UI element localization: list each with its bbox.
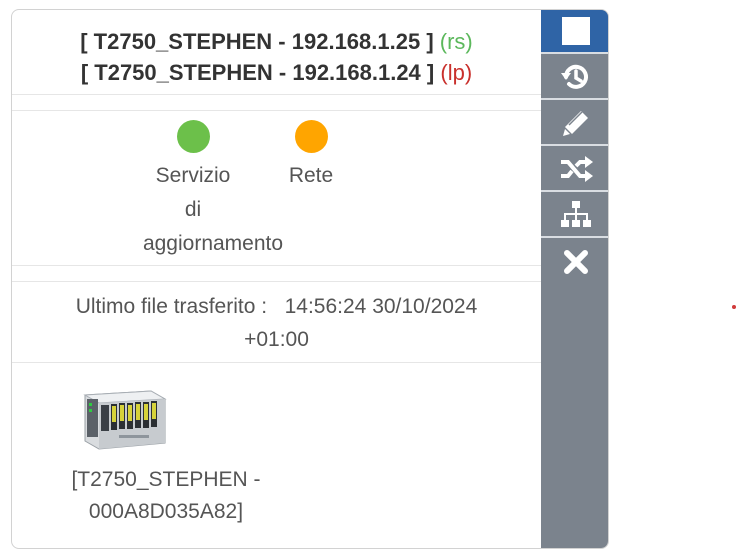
network-topology-button[interactable]	[541, 194, 608, 238]
history-button[interactable]	[541, 56, 608, 100]
controller-device-image[interactable]	[79, 385, 169, 453]
status-label-line: Servizio	[155, 164, 231, 187]
sitemap-icon	[560, 200, 592, 230]
pencil-icon	[561, 108, 591, 138]
last-transfer-line: Ultimo file trasferito : 14:56:24 30/10/…	[12, 290, 541, 323]
divider	[12, 265, 541, 266]
edit-button[interactable]	[541, 102, 608, 146]
stop-button[interactable]	[541, 10, 608, 54]
card-header: [ T2750_STEPHEN - 192.168.1.25 ] (rs) [ …	[12, 10, 541, 94]
status-label-line: Rete	[288, 164, 334, 187]
status-label-line: di	[184, 198, 202, 221]
host-label-rs: [ T2750_STEPHEN - 192.168.1.25 ]	[80, 29, 434, 54]
device-panel: [T2750_STEPHEN - 000A8D035A82]	[12, 363, 541, 548]
stray-marker-dot	[732, 305, 736, 309]
last-transfer-time: 14:56:24 30/10/2024	[284, 295, 478, 318]
controller-card: [ T2750_STEPHEN - 192.168.1.25 ] (rs) [ …	[11, 9, 609, 549]
action-sidebar	[541, 10, 608, 548]
header-line-lp: [ T2750_STEPHEN - 192.168.1.24 ] (lp)	[12, 57, 541, 88]
role-tag-lp: (lp)	[440, 60, 473, 85]
stop-icon	[561, 16, 591, 46]
close-icon	[563, 249, 589, 275]
shuffle-icon	[559, 154, 593, 184]
divider	[12, 94, 541, 95]
last-transfer-timezone: +01:00	[244, 328, 309, 351]
remove-button[interactable]	[541, 240, 608, 284]
last-transfer-panel: Ultimo file trasferito : 14:56:24 30/10/…	[12, 282, 541, 362]
status-network: Rete	[278, 120, 344, 193]
header-line-rs: [ T2750_STEPHEN - 192.168.1.25 ] (rs)	[12, 26, 541, 57]
network-status-dot	[294, 120, 328, 153]
device-label: [T2750_STEPHEN - 000A8D035A82]	[42, 464, 290, 528]
status-update-service: Servizio di aggiornamento	[143, 120, 283, 261]
last-transfer-label: Ultimo file trasferito :	[75, 295, 268, 318]
shuffle-button[interactable]	[541, 148, 608, 192]
device-label-line: 000A8D035A82]	[88, 500, 244, 523]
status-label-line: aggiornamento	[142, 232, 284, 255]
role-tag-rs: (rs)	[439, 29, 473, 54]
update-service-status-dot	[176, 120, 210, 153]
device-label-line: [T2750_STEPHEN -	[71, 468, 261, 491]
status-panel: Servizio di aggiornamento Rete	[12, 110, 541, 265]
history-icon	[560, 61, 592, 93]
host-label-lp: [ T2750_STEPHEN - 192.168.1.24 ]	[80, 60, 435, 85]
card-main: [ T2750_STEPHEN - 192.168.1.25 ] (rs) [ …	[12, 10, 541, 548]
